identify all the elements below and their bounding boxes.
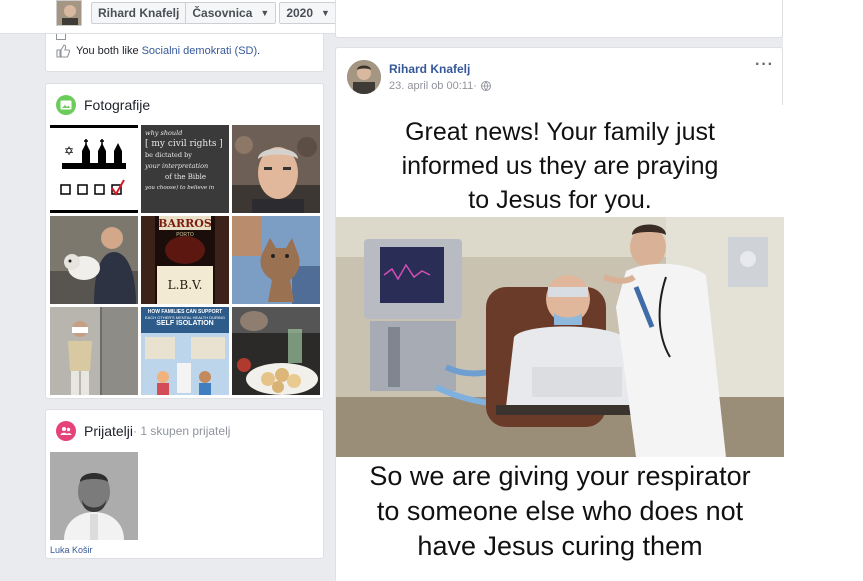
breadcrumb-year-dropdown[interactable]: 2020 ▼ xyxy=(279,2,337,24)
mutual-likes-suffix: . xyxy=(257,45,261,57)
breadcrumb-profile-name[interactable]: Rihard Knafelj xyxy=(91,2,186,24)
post-author-name[interactable]: Rihard Knafelj xyxy=(389,62,470,76)
post-author-avatar[interactable] xyxy=(347,60,381,94)
breadcrumb-label: Rihard Knafelj xyxy=(98,6,180,20)
meme-bottom-text: So we are giving your respirator to some… xyxy=(336,457,784,564)
breadcrumb-timeline-dropdown[interactable]: Časovnica ▼ xyxy=(185,2,277,24)
photos-card-title: Fotografije xyxy=(84,97,151,113)
previous-post-card xyxy=(335,0,783,38)
globe-icon[interactable] xyxy=(480,81,491,91)
photo-thumbnail[interactable] xyxy=(232,125,320,213)
thumbnail-text: BARROS xyxy=(158,217,212,230)
liked-page-link[interactable]: Socialni demokrati (SD) xyxy=(142,45,258,57)
thumbnail-text: why should xyxy=(145,129,183,137)
thumbnail-text: [ my civil rights ] xyxy=(145,139,223,149)
breadcrumb-label: Časovnica xyxy=(192,6,253,20)
friends-card-header[interactable]: Prijatelji · 1 skupen prijatelj xyxy=(56,421,230,441)
mutual-likes-row: You both like Socialni demokrati (SD) . xyxy=(56,44,260,58)
breadcrumb-label: 2020 xyxy=(286,6,314,20)
meme-top-text: Great news! Your family just informed us… xyxy=(336,105,784,217)
photo-thumbnail[interactable]: why should [ my civil rights ] be dictat… xyxy=(141,125,229,213)
photo-thumbnail[interactable]: HOW FAMILIES CAN SUPPORT EACH OTHER'S ME… xyxy=(141,307,229,395)
thumbnail-text: SELF ISOLATION xyxy=(156,320,214,327)
thumbs-up-icon xyxy=(56,44,70,58)
partial-icon xyxy=(56,34,66,40)
svg-text:✡: ✡ xyxy=(64,144,74,158)
meme-line: informed us they are praying xyxy=(401,152,719,180)
hospital-scene-image xyxy=(336,217,784,457)
thumbnail-text: L.B.V. xyxy=(167,278,203,292)
thumbnail-text: PORTO xyxy=(176,232,194,238)
photo-thumbnail[interactable] xyxy=(232,307,320,395)
photo-icon xyxy=(56,95,76,115)
photo-thumbnail[interactable]: BARROS PORTO L.B.V. xyxy=(141,216,229,304)
meme-line: to Jesus for you. xyxy=(468,186,652,214)
meme-line: So we are giving your respirator xyxy=(369,461,751,491)
photo-thumbnail[interactable] xyxy=(232,216,320,304)
friends-card: Prijatelji · 1 skupen prijatelj Luka Koš… xyxy=(45,409,324,559)
thumbnail-text: of the Bible xyxy=(165,173,206,181)
post-timestamp[interactable]: 23. april ob 00:11 xyxy=(389,80,473,92)
mutual-likes-card: You both like Socialni demokrati (SD) . xyxy=(45,34,324,72)
post-card: Rihard Knafelj 23. april ob 00:11 · ··· … xyxy=(335,47,784,581)
meme-line: Great news! Your family just xyxy=(405,118,715,146)
meta-separator: · xyxy=(473,80,477,92)
friends-card-title: Prijatelji xyxy=(84,423,134,439)
photo-thumbnail[interactable]: ✡ xyxy=(50,125,138,213)
friends-icon xyxy=(56,421,76,441)
thumbnail-text: be dictated by xyxy=(145,151,192,159)
page-right-background xyxy=(783,0,863,581)
friend-photo[interactable] xyxy=(50,452,138,540)
meme-line: to someone else who does not xyxy=(376,496,744,526)
mutual-friends-count: · 1 skupen prijatelj xyxy=(133,424,231,438)
photo-thumbnail[interactable] xyxy=(50,307,138,395)
chevron-down-icon: ▼ xyxy=(321,8,330,18)
chevron-down-icon: ▼ xyxy=(260,8,270,18)
post-image[interactable]: Great news! Your family just informed us… xyxy=(336,105,784,581)
photos-grid: ✡ why should [ my civil rights ] be dict… xyxy=(50,125,320,395)
photo-thumbnail[interactable] xyxy=(50,216,138,304)
mutual-likes-text: You both like xyxy=(76,45,139,57)
photos-card: Fotografije ✡ why should [ my civil righ… xyxy=(45,83,324,399)
photos-card-header[interactable]: Fotografije xyxy=(56,95,150,115)
friend-name-link[interactable]: Luka Košir xyxy=(50,545,93,555)
thumbnail-text: your interpretation xyxy=(145,162,209,170)
post-options-button[interactable]: ··· xyxy=(755,56,774,74)
profile-avatar-small[interactable] xyxy=(56,0,82,26)
meme-line: have Jesus curing them xyxy=(417,531,703,561)
thumbnail-text: you choose) to believe in xyxy=(145,185,215,191)
post-meta: 23. april ob 00:11 · xyxy=(389,80,491,92)
